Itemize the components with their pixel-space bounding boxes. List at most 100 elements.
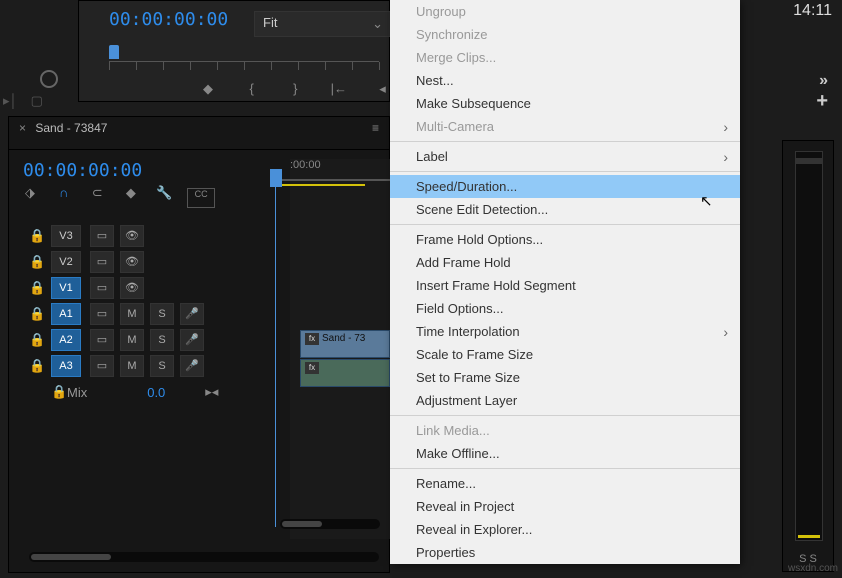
voice-icon[interactable]: 🎤 xyxy=(180,355,204,377)
menu-properties[interactable]: Properties xyxy=(390,541,740,564)
menu-add-frame-hold[interactable]: Add Frame Hold xyxy=(390,251,740,274)
menu-make-offline[interactable]: Make Offline... xyxy=(390,442,740,465)
timeline-track-area[interactable]: :00:00 fxSand - 73 fx xyxy=(290,159,390,539)
mark-out-icon[interactable]: } xyxy=(285,79,305,99)
lock-icon[interactable]: 🔒 xyxy=(29,228,45,244)
toggle-output-icon[interactable]: ▭ xyxy=(90,251,114,273)
voice-icon[interactable]: 🎤 xyxy=(180,329,204,351)
audio-clip[interactable]: fx xyxy=(300,359,390,387)
video-clip[interactable]: fxSand - 73 xyxy=(300,330,390,358)
track-label-v1[interactable]: V1 xyxy=(51,277,81,299)
audio-meter-panel: S S xyxy=(782,140,834,572)
source-playhead[interactable] xyxy=(109,45,119,59)
lock-icon[interactable]: 🔒 xyxy=(29,254,45,270)
add-marker-icon[interactable]: ◆ xyxy=(198,79,218,99)
button-editor-chevron-icon[interactable]: » xyxy=(819,72,828,90)
toggle-output-icon[interactable]: ▭ xyxy=(90,277,114,299)
menu-rename[interactable]: Rename... xyxy=(390,472,740,495)
track-label-v2[interactable]: V2 xyxy=(51,251,81,273)
work-area-bar[interactable] xyxy=(275,184,365,186)
marker-tool-icon[interactable]: ◆ xyxy=(120,185,142,203)
menu-adjustment-layer[interactable]: Adjustment Layer xyxy=(390,389,740,412)
menu-multi-camera: Multi-Camera xyxy=(390,115,740,138)
mute-icon[interactable]: M xyxy=(120,329,144,351)
menu-merge-clips: Merge Clips... xyxy=(390,46,740,69)
audio-peak-indicator xyxy=(798,535,820,538)
solo-icon[interactable]: S xyxy=(150,355,174,377)
fx-badge-icon: fx xyxy=(305,362,319,374)
insert-overwrite-icons: ▸│ ▢ xyxy=(0,93,55,113)
lock-icon[interactable]: 🔒 xyxy=(29,280,45,296)
timeline-playhead[interactable] xyxy=(270,169,282,187)
menu-set-to-frame-size[interactable]: Set to Frame Size xyxy=(390,366,740,389)
menu-synchronize: Synchronize xyxy=(390,23,740,46)
menu-speed-duration[interactable]: Speed/Duration... xyxy=(390,175,740,198)
timeline-h-zoom-scroll[interactable] xyxy=(29,552,379,562)
solo-icon[interactable]: S xyxy=(150,329,174,351)
overwrite-icon[interactable]: ▢ xyxy=(31,93,49,107)
watermark: wsxdn.com xyxy=(788,563,838,574)
ruler-time-label: :00:00 xyxy=(290,159,321,171)
source-timecode: 00:00:00:00 xyxy=(109,9,228,30)
fx-badge-icon: fx xyxy=(305,333,319,345)
lock-icon[interactable]: 🔒 xyxy=(51,384,67,400)
audio-meter[interactable] xyxy=(795,151,823,541)
menu-reveal-in-explorer[interactable]: Reveal in Explorer... xyxy=(390,518,740,541)
mix-label: Mix xyxy=(67,385,87,400)
linked-sel-icon[interactable]: ⊂ xyxy=(86,185,108,203)
menu-insert-frame-hold-segment[interactable]: Insert Frame Hold Segment xyxy=(390,274,740,297)
settings-icon[interactable]: 🔧 xyxy=(154,185,176,203)
sequence-title: Sand - 73847 xyxy=(35,121,107,135)
toggle-output-icon[interactable]: ▭ xyxy=(90,225,114,247)
sequence-tab[interactable]: × Sand - 73847 ≡ xyxy=(9,117,389,150)
source-ticks xyxy=(109,61,379,74)
toggle-output-icon[interactable]: ▭ xyxy=(90,303,114,325)
menu-nest[interactable]: Nest... xyxy=(390,69,740,92)
track-label-a3[interactable]: A3 xyxy=(51,355,81,377)
add-button-icon[interactable]: + xyxy=(816,90,828,113)
zoom-fit-dropdown[interactable]: Fit xyxy=(254,11,392,37)
mix-value[interactable]: 0.0 xyxy=(147,385,165,400)
timeline-ruler[interactable] xyxy=(275,179,390,181)
mix-output-icon[interactable]: ▸◂ xyxy=(205,384,218,400)
go-in-icon[interactable]: |← xyxy=(329,79,349,99)
mute-icon[interactable]: M xyxy=(120,355,144,377)
source-toolbar: ◆ { } |← ◂ xyxy=(78,75,412,103)
snap-icon[interactable]: ∩ xyxy=(53,185,75,203)
menu-label[interactable]: Label xyxy=(390,145,740,168)
mute-icon[interactable]: M xyxy=(120,303,144,325)
track-label-v3[interactable]: V3 xyxy=(51,225,81,247)
timeline-track-scroll[interactable] xyxy=(280,519,380,529)
lock-icon[interactable]: 🔒 xyxy=(29,306,45,322)
lock-icon[interactable]: 🔒 xyxy=(29,332,45,348)
menu-field-options[interactable]: Field Options... xyxy=(390,297,740,320)
toggle-output-icon[interactable]: ▭ xyxy=(90,329,114,351)
cc-icon[interactable]: CC xyxy=(187,188,215,208)
insert-icon[interactable]: ▸│ xyxy=(3,93,21,107)
context-menu: Ungroup Synchronize Merge Clips... Nest.… xyxy=(390,0,740,564)
close-tab-icon[interactable]: × xyxy=(19,121,26,135)
eye-icon[interactable]: 👁 xyxy=(120,251,144,273)
clip-label: Sand - 73 xyxy=(322,333,365,344)
menu-scene-edit-detection[interactable]: Scene Edit Detection... xyxy=(390,198,740,221)
voice-icon[interactable]: 🎤 xyxy=(180,303,204,325)
eye-icon[interactable]: 👁 xyxy=(120,225,144,247)
program-duration: 14:11 xyxy=(793,2,832,20)
eye-icon[interactable]: 👁 xyxy=(120,277,144,299)
menu-reveal-in-project[interactable]: Reveal in Project xyxy=(390,495,740,518)
menu-time-interpolation[interactable]: Time Interpolation xyxy=(390,320,740,343)
panel-menu-icon[interactable]: ≡ xyxy=(372,121,379,135)
mark-in-icon[interactable]: { xyxy=(242,79,262,99)
menu-link-media: Link Media... xyxy=(390,419,740,442)
track-label-a2[interactable]: A2 xyxy=(51,329,81,351)
menu-scale-to-frame-size[interactable]: Scale to Frame Size xyxy=(390,343,740,366)
lock-icon[interactable]: 🔒 xyxy=(29,358,45,374)
track-label-a1[interactable]: A1 xyxy=(51,303,81,325)
menu-make-subsequence[interactable]: Make Subsequence xyxy=(390,92,740,115)
menu-frame-hold-options[interactable]: Frame Hold Options... xyxy=(390,228,740,251)
solo-icon[interactable]: S xyxy=(150,303,174,325)
menu-ungroup: Ungroup xyxy=(390,0,740,23)
nest-icon[interactable]: ⬗ xyxy=(19,185,41,203)
marker-icon[interactable] xyxy=(40,70,58,88)
toggle-output-icon[interactable]: ▭ xyxy=(90,355,114,377)
